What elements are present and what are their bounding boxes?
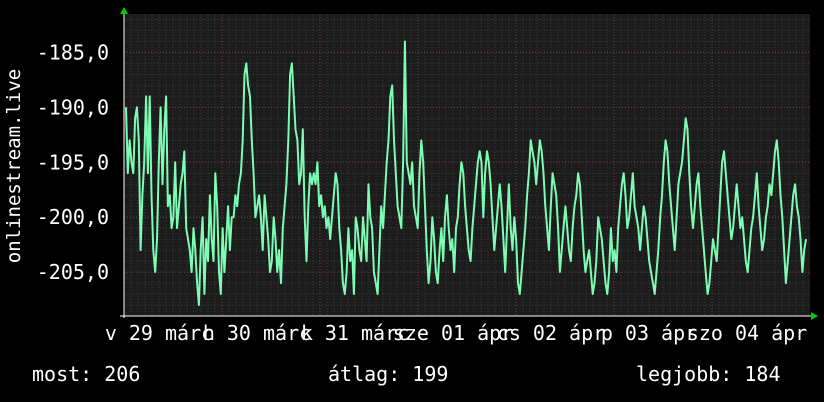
x-tick-label: szo 04 ápr <box>687 321 807 345</box>
chart: -185,0 -190,0 -195,0 -200,0 -205,0 v 29 márc… <box>3 7 818 345</box>
y-axis-label: onlinestream.live <box>3 69 25 263</box>
x-tick-labels: v 29 márch 30 márck 31 márcsze 01 áprcs … <box>105 321 807 345</box>
y-tick-labels: -185,0 -190,0 -195,0 -200,0 -205,0 <box>37 40 109 284</box>
x-tick-label: cs 02 ápr <box>497 321 605 345</box>
y-tick-label: -205,0 <box>37 260 109 284</box>
x-tick-label: p 03 ápr <box>601 321 697 345</box>
y-tick-label: -200,0 <box>37 205 109 229</box>
x-axis-arrow-icon <box>811 312 818 320</box>
x-tick-label: h 30 márc <box>203 321 311 345</box>
stat-average: átlag: 199 <box>328 362 449 386</box>
y-axis-arrow-icon <box>120 7 128 14</box>
stat-current: most: 206 <box>32 362 141 386</box>
stat-best: legjobb: 184 <box>636 362 781 386</box>
y-tick-label: -190,0 <box>37 95 109 119</box>
y-tick-label: -185,0 <box>37 40 109 64</box>
x-tick-label: sze 01 ápr <box>393 321 513 345</box>
y-tick-label: -195,0 <box>37 150 109 174</box>
x-tick-label: v 29 márc <box>105 321 213 345</box>
